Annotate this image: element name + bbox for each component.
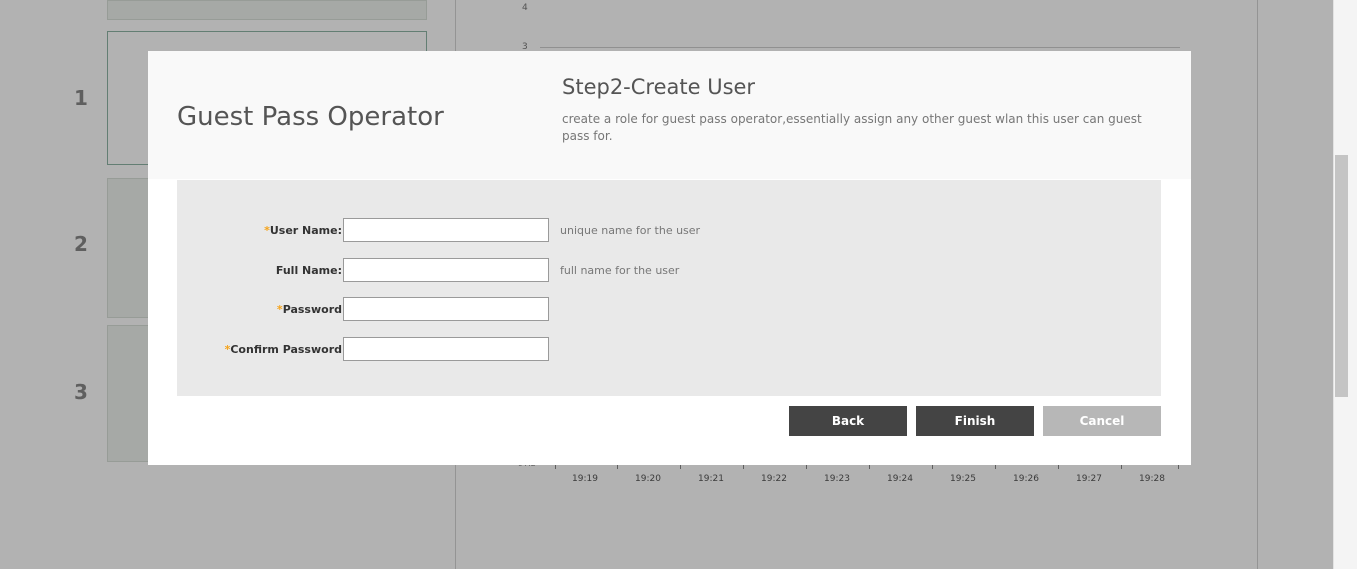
confirm-password-label: *Confirm Password (224, 343, 342, 356)
confirm-password-row: *Confirm Password (177, 337, 1161, 363)
user-name-input[interactable] (343, 218, 549, 242)
step-description: create a role for guest pass operator,es… (562, 112, 1142, 143)
cancel-button[interactable]: Cancel (1043, 406, 1161, 436)
create-user-dialog: Guest Pass Operator Step2-Create User cr… (148, 51, 1191, 465)
user-name-label: *User Name: (264, 224, 342, 237)
scrollbar-thumb[interactable] (1335, 155, 1348, 397)
user-name-row: *User Name: unique name for the user (177, 218, 1161, 244)
back-button[interactable]: Back (789, 406, 907, 436)
full-name-hint: full name for the user (560, 264, 680, 277)
full-name-label: Full Name: (275, 264, 342, 277)
dialog-header: Guest Pass Operator Step2-Create User cr… (148, 51, 1191, 179)
create-user-form: *User Name: unique name for the user Ful… (177, 180, 1161, 396)
finish-button[interactable]: Finish (916, 406, 1034, 436)
step-title: Step2-Create User (562, 75, 756, 99)
password-input[interactable] (343, 297, 549, 321)
password-row: *Password (177, 297, 1161, 323)
full-name-row: Full Name: full name for the user (177, 258, 1161, 284)
full-name-input[interactable] (343, 258, 549, 282)
dialog-title: Guest Pass Operator (177, 102, 444, 132)
confirm-password-input[interactable] (343, 337, 549, 361)
user-name-hint: unique name for the user (560, 224, 701, 237)
password-label: *Password (276, 303, 342, 316)
